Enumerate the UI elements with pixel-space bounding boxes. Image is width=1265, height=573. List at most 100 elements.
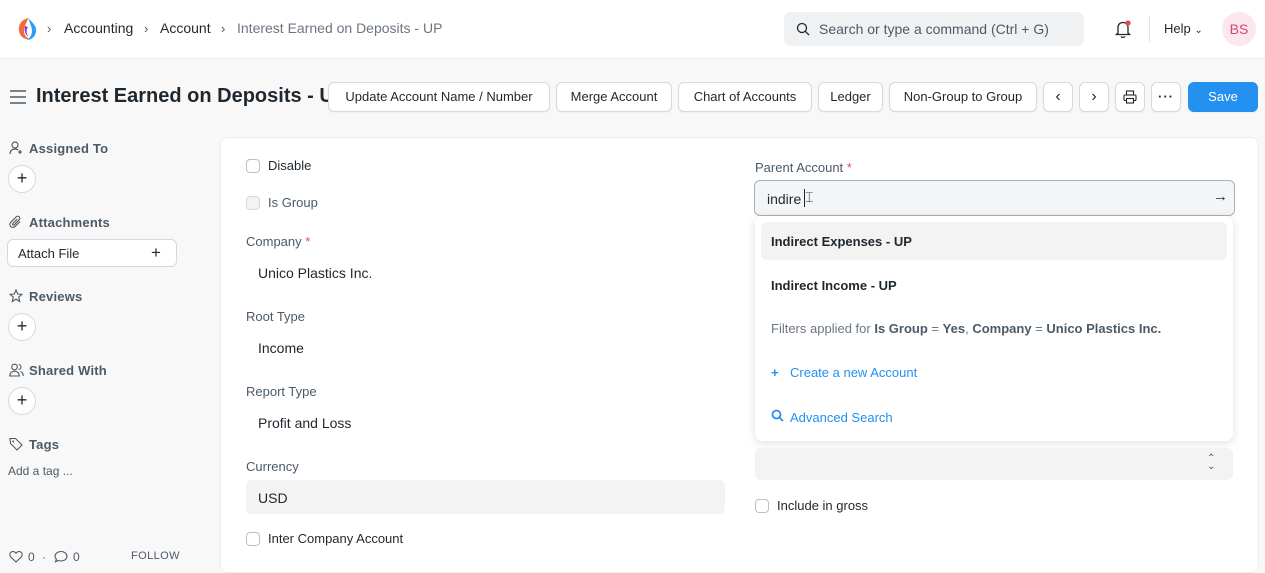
ledger-button[interactable]: Ledger — [818, 82, 883, 112]
currency-field[interactable] — [246, 480, 725, 514]
plus-icon: + — [16, 168, 28, 188]
merge-account-button[interactable]: Merge Account — [556, 82, 672, 112]
chevron-left-icon: ‹ — [1055, 88, 1061, 105]
dropdown-option[interactable]: Indirect Expenses - UP — [761, 222, 1227, 260]
currency-value: USD — [258, 490, 288, 506]
navbar: › Accounting › Account › Interest Earned… — [0, 0, 1265, 59]
dropdown-option[interactable]: Indirect Income - UP — [761, 266, 1227, 304]
create-new-account-label: Create a new Account — [790, 365, 918, 380]
previous-button[interactable]: ‹ — [1043, 82, 1073, 112]
add-share-button[interactable]: + — [8, 387, 36, 415]
is-group-label: Is Group — [268, 195, 318, 210]
paperclip-icon — [9, 215, 21, 228]
plus-icon: + — [16, 390, 28, 410]
include-in-gross-label: Include in gross — [777, 498, 869, 513]
dropdown-option-label: Indirect Expenses - UP — [771, 234, 912, 249]
is-group-checkbox — [246, 196, 260, 210]
app-logo-icon[interactable] — [16, 16, 40, 42]
search-bar[interactable]: Search or type a command (Ctrl + G) — [784, 12, 1084, 46]
plus-icon: + — [16, 316, 28, 336]
separator-dot: · — [42, 550, 46, 564]
printer-icon — [1123, 90, 1137, 104]
more-horizontal-icon: ··· — [1158, 89, 1174, 104]
add-assignee-button[interactable]: + — [8, 165, 36, 193]
follow-button[interactable]: FOLLOW — [131, 550, 180, 562]
advanced-search-link[interactable]: Advanced Search — [771, 409, 893, 425]
chart-of-accounts-button[interactable]: Chart of Accounts — [678, 82, 812, 112]
equals-sign: = — [1035, 321, 1043, 336]
attachments-label: Attachments — [29, 215, 110, 230]
tag-icon — [9, 437, 23, 451]
select-field[interactable]: ⌃ ⌄ — [755, 448, 1233, 480]
help-label: Help — [1164, 21, 1191, 36]
star-icon — [9, 289, 23, 303]
chevron-updown-icon: ⌃ ⌄ — [1207, 453, 1216, 472]
print-button[interactable] — [1115, 82, 1145, 112]
root-type-value: Income — [258, 340, 304, 356]
company-label: Company * — [246, 234, 310, 249]
next-button[interactable]: › — [1079, 82, 1109, 112]
like-count: 0 — [28, 550, 35, 564]
comment-count: 0 — [73, 550, 80, 564]
notification-bell-icon[interactable] — [1114, 19, 1132, 39]
report-type-label: Report Type — [246, 384, 317, 399]
breadcrumb-account[interactable]: Account — [160, 20, 211, 36]
create-new-account-link[interactable]: + Create a new Account — [771, 365, 917, 380]
search-placeholder: Search or type a command (Ctrl + G) — [819, 21, 1049, 37]
include-in-gross-checkbox[interactable] — [755, 499, 769, 513]
attach-file-label: Attach File — [18, 246, 80, 261]
breadcrumb-current: Interest Earned on Deposits - UP — [237, 20, 443, 36]
parent-account-input[interactable]: indire ⌶ → — [754, 180, 1235, 216]
page-title: Interest Earned on Deposits - UP — [36, 85, 332, 107]
autocomplete-dropdown: Indirect Expenses - UP Indirect Income -… — [755, 216, 1233, 441]
parent-account-label: Parent Account * — [755, 160, 852, 175]
currency-label: Currency — [246, 459, 299, 474]
more-options-button[interactable]: ··· — [1151, 82, 1181, 112]
shared-with-label: Shared With — [29, 363, 107, 378]
plus-icon: + — [151, 243, 161, 262]
filter-prefix: Filters applied for — [771, 321, 871, 336]
filters-applied-text: Filters applied for Is Group = Yes, Comp… — [771, 321, 1161, 336]
add-review-button[interactable]: + — [8, 313, 36, 341]
navbar-divider — [1149, 16, 1150, 42]
tags-label: Tags — [29, 437, 60, 452]
assign-user-icon — [9, 141, 22, 155]
help-dropdown[interactable]: Help ⌄ — [1164, 21, 1203, 36]
chevron-right-icon: › — [47, 21, 52, 36]
plus-icon: + — [771, 365, 779, 380]
save-button[interactable]: Save — [1188, 82, 1258, 112]
update-account-name-button[interactable]: Update Account Name / Number — [328, 82, 550, 112]
company-label-text: Company — [246, 234, 302, 249]
dropdown-option-label: Indirect Income - UP — [771, 278, 897, 293]
arrow-right-icon[interactable]: → — [1213, 188, 1228, 205]
disable-label: Disable — [268, 158, 312, 173]
inter-company-label: Inter Company Account — [268, 531, 404, 546]
chevron-right-icon: › — [221, 21, 226, 36]
breadcrumb-accounting[interactable]: Accounting — [64, 20, 133, 36]
comment-icon[interactable] — [54, 550, 68, 563]
avatar[interactable]: BS — [1222, 12, 1256, 46]
equals-sign: = — [931, 321, 940, 336]
parent-account-label-text: Parent Account — [755, 160, 844, 175]
non-group-to-group-button[interactable]: Non-Group to Group — [889, 82, 1037, 112]
filter-field-1: Is Group — [874, 321, 928, 336]
required-marker: * — [846, 160, 852, 175]
inter-company-checkbox[interactable] — [246, 532, 260, 546]
search-icon — [771, 409, 790, 425]
chevron-right-icon: › — [144, 21, 149, 36]
heart-icon[interactable] — [9, 550, 23, 563]
filter-value-1: Yes — [942, 321, 966, 336]
comma: , — [965, 321, 969, 336]
chevron-right-icon: › — [1091, 88, 1097, 105]
hamburger-menu-icon[interactable] — [10, 90, 26, 104]
add-tag-link[interactable]: Add a tag ... — [8, 464, 73, 478]
required-marker: * — [305, 234, 311, 249]
chevron-down-icon: ⌄ — [1194, 25, 1203, 36]
assigned-to-label: Assigned To — [29, 141, 109, 156]
company-value: Unico Plastics Inc. — [258, 265, 373, 281]
attach-file-button[interactable]: Attach File + — [7, 239, 177, 267]
filter-value-2: Unico Plastics Inc. — [1046, 321, 1162, 336]
text-cursor-icon: ⌶ — [805, 189, 814, 205]
disable-checkbox[interactable] — [246, 159, 260, 173]
filter-field-2: Company — [972, 321, 1032, 336]
